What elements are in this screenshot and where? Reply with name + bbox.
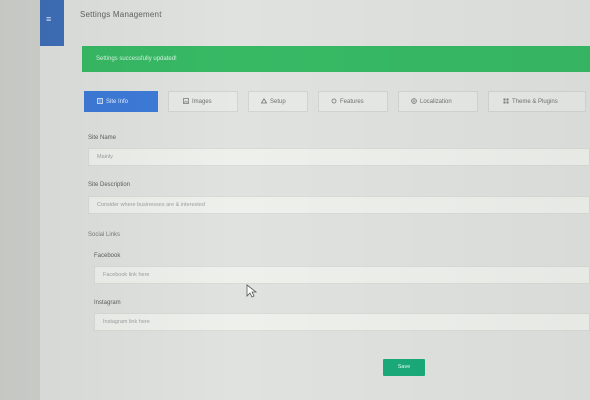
tab-label: Site Info [106, 99, 129, 105]
tab-label: Images [192, 99, 212, 105]
sidebar-edge[interactable]: ≡ [40, 0, 64, 46]
image-icon [183, 93, 189, 104]
tab-site-info[interactable]: Site Info [84, 91, 158, 112]
facebook-label: Facebook [94, 253, 121, 259]
save-button[interactable]: Save [383, 359, 425, 376]
tab-label: Features [340, 99, 364, 105]
tab-label: Theme & Plugins [512, 99, 558, 105]
facebook-input[interactable]: Facebook link here [94, 266, 590, 284]
social-links-label: Social Links [88, 232, 121, 238]
tab-setup[interactable]: Setup [248, 91, 308, 112]
instagram-input[interactable]: Instagram link here [94, 313, 590, 331]
tab-images[interactable]: Images [168, 91, 238, 112]
site-description-label: Site Description [88, 182, 131, 188]
site-info-icon [97, 93, 103, 104]
settings-screen: ≡ Settings Management Settings successfu… [0, 0, 590, 400]
features-icon [331, 93, 337, 104]
tab-label: Localization [420, 99, 452, 105]
tab-theme-plugins[interactable]: Theme & Plugins [488, 91, 586, 112]
mouse-cursor-icon [246, 284, 258, 298]
success-alert: Settings successfully updated! [82, 46, 590, 72]
setup-icon [260, 93, 268, 104]
page-title: Settings Management [80, 10, 162, 19]
menu-icon[interactable]: ≡ [46, 14, 56, 24]
theme-icon [503, 93, 509, 104]
left-background [0, 0, 40, 400]
globe-icon [411, 93, 417, 104]
site-description-input[interactable]: Consider where businesses are & interest… [88, 196, 590, 214]
tab-localization[interactable]: Localization [398, 91, 478, 112]
site-name-label: Site Name [88, 135, 117, 141]
instagram-label: Instagram [94, 300, 121, 306]
site-name-input[interactable]: Mainly [88, 148, 590, 166]
tab-label: Setup [270, 99, 286, 105]
tab-features[interactable]: Features [318, 91, 388, 112]
settings-tabs: Site Info Images Setup Features Localiza… [82, 91, 590, 113]
